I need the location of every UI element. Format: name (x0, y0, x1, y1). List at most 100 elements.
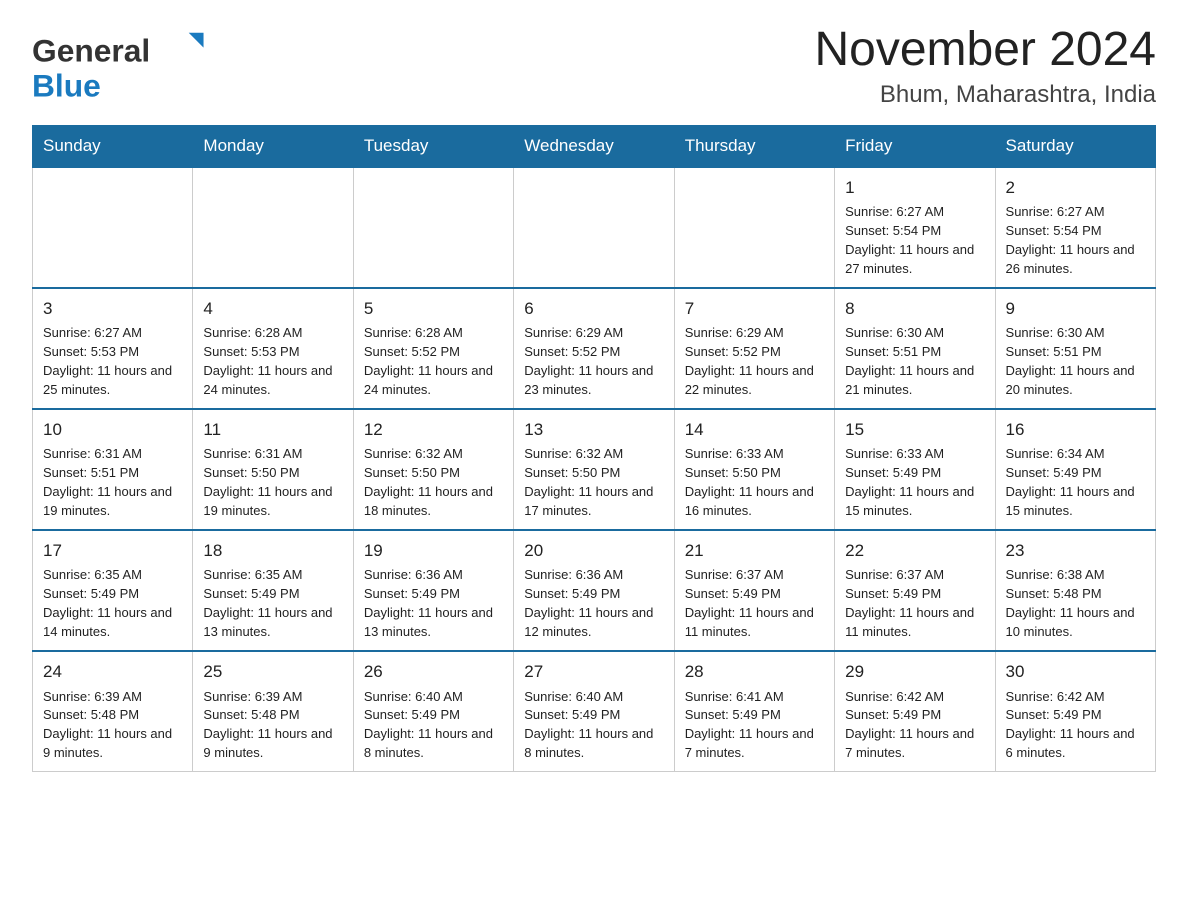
day-info: Sunrise: 6:32 AMSunset: 5:50 PMDaylight:… (364, 445, 503, 520)
day-number: 9 (1006, 297, 1145, 322)
day-number: 12 (364, 418, 503, 443)
calendar-week-2: 3Sunrise: 6:27 AMSunset: 5:53 PMDaylight… (33, 288, 1156, 409)
calendar-cell: 20Sunrise: 6:36 AMSunset: 5:49 PMDayligh… (514, 530, 674, 651)
days-header-row: SundayMondayTuesdayWednesdayThursdayFrid… (33, 125, 1156, 167)
title-section: November 2024 Bhum, Maharashtra, India (814, 24, 1156, 109)
day-number: 18 (203, 539, 342, 564)
day-number: 20 (524, 539, 663, 564)
day-info: Sunrise: 6:42 AMSunset: 5:49 PMDaylight:… (845, 688, 984, 763)
calendar-cell: 13Sunrise: 6:32 AMSunset: 5:50 PMDayligh… (514, 409, 674, 530)
day-number: 3 (43, 297, 182, 322)
day-number: 22 (845, 539, 984, 564)
calendar-cell: 17Sunrise: 6:35 AMSunset: 5:49 PMDayligh… (33, 530, 193, 651)
day-number: 13 (524, 418, 663, 443)
calendar-cell: 10Sunrise: 6:31 AMSunset: 5:51 PMDayligh… (33, 409, 193, 530)
calendar-cell (514, 167, 674, 288)
calendar-cell (193, 167, 353, 288)
day-header-friday: Friday (835, 125, 995, 167)
day-number: 27 (524, 660, 663, 685)
day-number: 26 (364, 660, 503, 685)
day-number: 25 (203, 660, 342, 685)
day-number: 8 (845, 297, 984, 322)
day-number: 24 (43, 660, 182, 685)
day-header-saturday: Saturday (995, 125, 1155, 167)
calendar-cell: 11Sunrise: 6:31 AMSunset: 5:50 PMDayligh… (193, 409, 353, 530)
day-info: Sunrise: 6:37 AMSunset: 5:49 PMDaylight:… (685, 566, 824, 641)
calendar-cell: 28 Sunrise: 6:41 AMSunset: 5:49 PMDayligh… (674, 651, 834, 772)
day-header-wednesday: Wednesday (514, 125, 674, 167)
calendar-cell: 30Sunrise: 6:42 AMSunset: 5:49 PMDayligh… (995, 651, 1155, 772)
day-number: 10 (43, 418, 182, 443)
day-number: 5 (364, 297, 503, 322)
day-number: 4 (203, 297, 342, 322)
day-info: Sunrise: 6:40 AMSunset: 5:49 PMDaylight:… (364, 688, 503, 763)
calendar-cell: 9Sunrise: 6:30 AMSunset: 5:51 PMDaylight… (995, 288, 1155, 409)
day-number: 14 (685, 418, 824, 443)
day-info: Sunrise: 6:36 AMSunset: 5:49 PMDaylight:… (364, 566, 503, 641)
svg-text:General: General (32, 32, 150, 68)
day-number: 21 (685, 539, 824, 564)
logo-svg: General Blue (32, 24, 212, 104)
day-info: Sunrise: 6:40 AMSunset: 5:49 PMDaylight:… (524, 688, 663, 763)
calendar-week-5: 24 Sunrise: 6:39 AMSunset: 5:48 PMDayligh… (33, 651, 1156, 772)
calendar-cell (353, 167, 513, 288)
location-title: Bhum, Maharashtra, India (814, 81, 1156, 109)
day-number: 1 (845, 176, 984, 201)
page-header: General Blue November 2024 Bhum, Maharas… (32, 24, 1156, 109)
calendar-cell: 2Sunrise: 6:27 AMSunset: 5:54 PMDaylight… (995, 167, 1155, 288)
calendar-week-3: 10Sunrise: 6:31 AMSunset: 5:51 PMDayligh… (33, 409, 1156, 530)
day-number: 29 (845, 660, 984, 685)
day-number: 17 (43, 539, 182, 564)
calendar-cell: 6Sunrise: 6:29 AMSunset: 5:52 PMDaylight… (514, 288, 674, 409)
calendar-cell: 26 Sunrise: 6:40 AMSunset: 5:49 PMDayligh… (353, 651, 513, 772)
calendar-cell: 5Sunrise: 6:28 AMSunset: 5:52 PMDaylight… (353, 288, 513, 409)
calendar-cell (33, 167, 193, 288)
calendar-cell: 8Sunrise: 6:30 AMSunset: 5:51 PMDaylight… (835, 288, 995, 409)
day-info: Sunrise: 6:32 AMSunset: 5:50 PMDaylight:… (524, 445, 663, 520)
calendar-body: 1 Sunrise: 6:27 AMSunset: 5:54 PMDaylight… (33, 167, 1156, 772)
calendar-header: SundayMondayTuesdayWednesdayThursdayFrid… (33, 125, 1156, 167)
day-info: Sunrise: 6:33 AMSunset: 5:50 PMDaylight:… (685, 445, 824, 520)
day-info: Sunrise: 6:31 AMSunset: 5:51 PMDaylight:… (43, 445, 182, 520)
day-number: 28 (685, 660, 824, 685)
calendar-cell: 29 Sunrise: 6:42 AMSunset: 5:49 PMDayligh… (835, 651, 995, 772)
calendar-cell: 23Sunrise: 6:38 AMSunset: 5:48 PMDayligh… (995, 530, 1155, 651)
calendar-cell: 4Sunrise: 6:28 AMSunset: 5:53 PMDaylight… (193, 288, 353, 409)
calendar-table: SundayMondayTuesdayWednesdayThursdayFrid… (32, 125, 1156, 772)
calendar-cell: 7Sunrise: 6:29 AMSunset: 5:52 PMDaylight… (674, 288, 834, 409)
day-number: 7 (685, 297, 824, 322)
calendar-cell: 15Sunrise: 6:33 AMSunset: 5:49 PMDayligh… (835, 409, 995, 530)
month-title: November 2024 (814, 24, 1156, 77)
day-number: 2 (1006, 176, 1145, 201)
day-number: 19 (364, 539, 503, 564)
day-info: Sunrise: 6:41 AMSunset: 5:49 PMDaylight:… (685, 688, 824, 763)
day-info: Sunrise: 6:35 AMSunset: 5:49 PMDaylight:… (43, 566, 182, 641)
day-number: 30 (1006, 660, 1145, 685)
day-info: Sunrise: 6:29 AMSunset: 5:52 PMDaylight:… (524, 324, 663, 399)
day-info: Sunrise: 6:27 AMSunset: 5:53 PMDaylight:… (43, 324, 182, 399)
day-header-tuesday: Tuesday (353, 125, 513, 167)
calendar-cell: 12Sunrise: 6:32 AMSunset: 5:50 PMDayligh… (353, 409, 513, 530)
calendar-cell: 25 Sunrise: 6:39 AMSunset: 5:48 PMDayligh… (193, 651, 353, 772)
calendar-cell: 14Sunrise: 6:33 AMSunset: 5:50 PMDayligh… (674, 409, 834, 530)
calendar-cell: 22Sunrise: 6:37 AMSunset: 5:49 PMDayligh… (835, 530, 995, 651)
day-info: Sunrise: 6:31 AMSunset: 5:50 PMDaylight:… (203, 445, 342, 520)
calendar-cell: 19Sunrise: 6:36 AMSunset: 5:49 PMDayligh… (353, 530, 513, 651)
calendar-cell: 21Sunrise: 6:37 AMSunset: 5:49 PMDayligh… (674, 530, 834, 651)
day-info: Sunrise: 6:39 AMSunset: 5:48 PMDaylight:… (203, 688, 342, 763)
day-info: Sunrise: 6:30 AMSunset: 5:51 PMDaylight:… (845, 324, 984, 399)
day-number: 23 (1006, 539, 1145, 564)
day-number: 6 (524, 297, 663, 322)
calendar-cell: 24Sunrise: 6:39 AMSunset: 5:48 PMDayligh… (33, 651, 193, 772)
day-info: Sunrise: 6:27 AMSunset: 5:54 PMDaylight:… (1006, 203, 1145, 278)
day-info: Sunrise: 6:37 AMSunset: 5:49 PMDaylight:… (845, 566, 984, 641)
calendar-cell (674, 167, 834, 288)
calendar-week-4: 17Sunrise: 6:35 AMSunset: 5:49 PMDayligh… (33, 530, 1156, 651)
day-info: Sunrise: 6:34 AMSunset: 5:49 PMDaylight:… (1006, 445, 1145, 520)
day-number: 11 (203, 418, 342, 443)
day-info: Sunrise: 6:28 AMSunset: 5:52 PMDaylight:… (364, 324, 503, 399)
day-header-thursday: Thursday (674, 125, 834, 167)
calendar-cell: 1Sunrise: 6:27 AMSunset: 5:54 PMDaylight… (835, 167, 995, 288)
day-info: Sunrise: 6:29 AMSunset: 5:52 PMDaylight:… (685, 324, 824, 399)
day-number: 16 (1006, 418, 1145, 443)
